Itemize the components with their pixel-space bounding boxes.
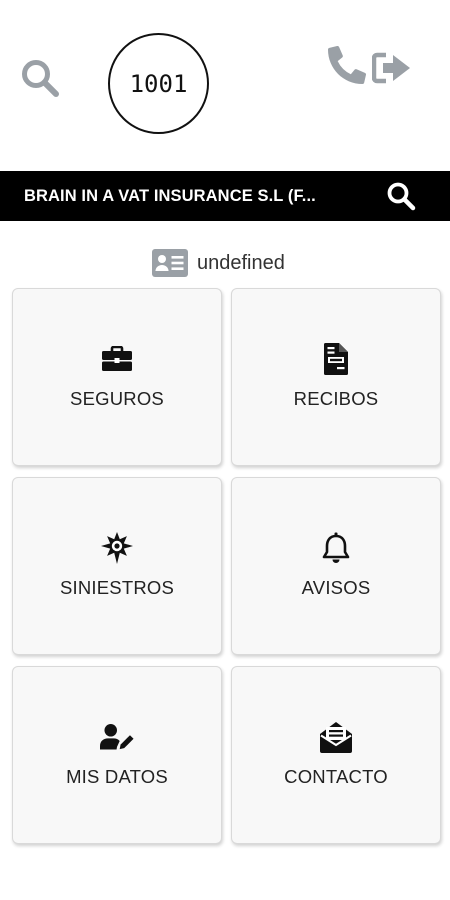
client-id-line: undefined (152, 247, 285, 279)
tile-label: SEGUROS (70, 388, 164, 409)
id-card-icon (152, 249, 188, 277)
briefcase-icon (102, 346, 132, 371)
burst-icon (101, 532, 133, 564)
agent-code-badge: 1001 (108, 33, 209, 134)
client-id-value: undefined (197, 251, 285, 274)
tile-label: CONTACTO (284, 766, 388, 787)
tile-label: RECIBOS (293, 388, 379, 409)
tile-recibos[interactable]: RECIBOS (231, 288, 441, 466)
bell-icon (322, 532, 350, 563)
company-name[interactable]: BRAIN IN A VAT INSURANCE S.L (F... (24, 171, 382, 221)
company-bar: BRAIN IN A VAT INSURANCE S.L (F... (0, 171, 450, 221)
envelope-open-icon (320, 722, 352, 753)
tile-label: AVISOS (301, 577, 371, 598)
tile-seguros[interactable]: SEGUROS (12, 288, 222, 466)
tile-label: SINIESTROS (59, 577, 175, 598)
tile-avisos[interactable]: AVISOS (231, 477, 441, 655)
agent-code: 1001 (129, 69, 188, 98)
logout-icon[interactable] (372, 52, 412, 84)
file-invoice-icon (324, 343, 348, 375)
tile-siniestros[interactable]: SINIESTROS (12, 477, 222, 655)
search-icon[interactable] (20, 58, 62, 100)
tile-label: MIS DATOS (66, 766, 168, 787)
tile-contacto[interactable]: CONTACTO (231, 666, 441, 844)
user-edit-icon (100, 724, 134, 750)
tile-mis-datos[interactable]: MIS DATOS (12, 666, 222, 844)
search-icon[interactable] (386, 181, 416, 211)
phone-icon[interactable] (328, 46, 366, 84)
